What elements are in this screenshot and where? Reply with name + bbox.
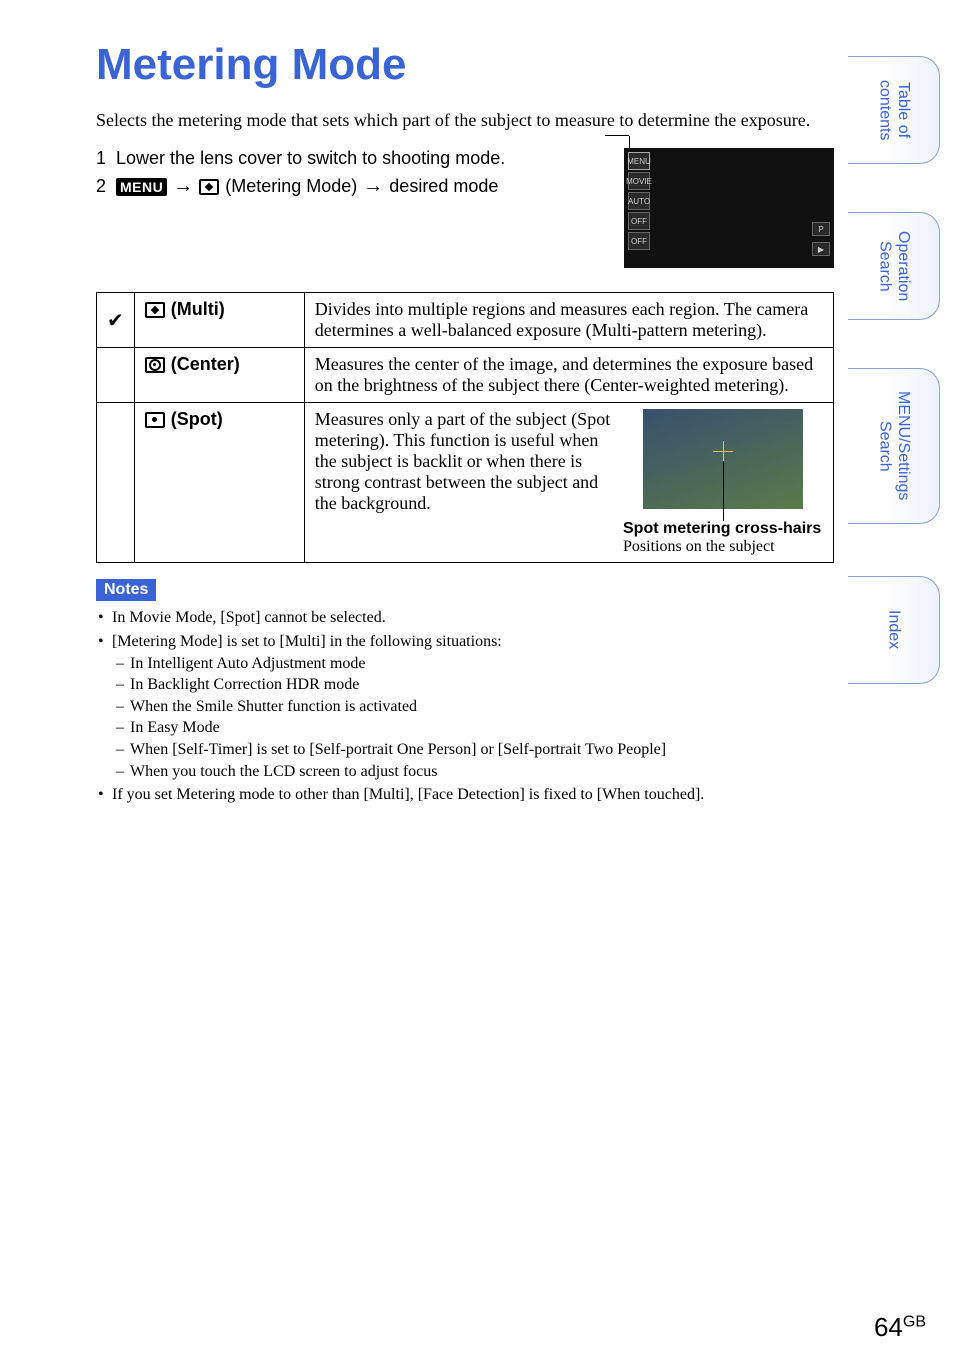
spot-metering-image — [643, 409, 803, 509]
table-row: ✔ (Multi) Divides into multiple regions … — [97, 293, 834, 348]
spot-figure-label: Spot metering cross-hairs — [623, 519, 821, 538]
checkmark-icon: ✔ — [97, 293, 135, 348]
metering-center-icon — [145, 357, 165, 373]
tab-menu-settings-search[interactable]: MENU/Settings Search — [848, 368, 940, 524]
modes-table: ✔ (Multi) Divides into multiple regions … — [96, 292, 834, 563]
callout-line — [629, 136, 630, 148]
screenshot-flash-icon: AUTO — [628, 192, 650, 210]
screenshot-menu-icon: MENU — [628, 152, 650, 170]
list-item: In Movie Mode, [Spot] cannot be selected… — [96, 607, 834, 629]
note-2-intro: [Metering Mode] is set to [Multi] in the… — [112, 633, 502, 650]
spot-figure-sub: Positions on the subject — [623, 538, 775, 556]
tab-table-of-contents[interactable]: Table of contents — [848, 56, 940, 164]
metering-spot-icon — [145, 412, 165, 428]
step-1-number: 1 — [96, 148, 106, 169]
callout-line — [723, 461, 724, 521]
list-item: [Metering Mode] is set to [Multi] in the… — [96, 631, 834, 782]
menu-icon: MENU — [116, 178, 167, 196]
screenshot-mode-p-icon: P — [812, 222, 830, 236]
mode-center-desc: Measures the center of the image, and de… — [304, 348, 833, 403]
arrow-right-icon: → — [363, 175, 383, 198]
notes-sublist: In Intelligent Auto Adjustment mode In B… — [112, 653, 834, 783]
list-item: In Easy Mode — [112, 717, 834, 739]
mode-multi-label: (Multi) — [171, 299, 225, 320]
camera-screenshot: MENU MOVIE AUTO OFF OFF P ▶ — [624, 148, 834, 268]
screenshot-smile-icon: OFF — [628, 232, 650, 250]
arrow-right-icon: → — [173, 175, 193, 198]
mode-multi-name: (Multi) — [134, 293, 304, 348]
list-item: If you set Metering mode to other than [… — [96, 784, 834, 806]
list-item: When the Smile Shutter function is activ… — [112, 696, 834, 718]
mode-multi-desc: Divides into multiple regions and measur… — [304, 293, 833, 348]
step-2-tail: desired mode — [389, 176, 498, 197]
table-row: (Spot) Measures only a part of the subje… — [97, 403, 834, 563]
mode-center-name: (Center) — [134, 348, 304, 403]
mode-center-label: (Center) — [171, 354, 240, 375]
metering-multi-icon — [145, 302, 165, 318]
step-2-number: 2 — [96, 176, 106, 197]
tab-index[interactable]: Index — [848, 576, 940, 684]
step-2: 2 MENU → (Metering Mode) → desired mode — [96, 175, 604, 198]
notes-list: In Movie Mode, [Spot] cannot be selected… — [96, 607, 834, 805]
screenshot-movie-icon: MOVIE — [628, 172, 650, 190]
screenshot-timer-icon: OFF — [628, 212, 650, 230]
step-1-text: Lower the lens cover to switch to shooti… — [116, 148, 505, 169]
list-item: When you touch the LCD screen to adjust … — [112, 761, 834, 783]
table-row: (Center) Measures the center of the imag… — [97, 348, 834, 403]
page-number-suffix: GB — [903, 1313, 926, 1330]
page-title: Metering Mode — [96, 40, 834, 90]
step-1: 1 Lower the lens cover to switch to shoo… — [96, 148, 604, 169]
metering-multi-icon — [199, 179, 219, 195]
notes-heading: Notes — [96, 579, 156, 601]
list-item: In Backlight Correction HDR mode — [112, 674, 834, 696]
page-number-value: 64 — [874, 1312, 903, 1342]
list-item: When [Self-Timer] is set to [Self-portra… — [112, 739, 834, 761]
empty-cell — [97, 348, 135, 403]
step-2-mid: (Metering Mode) — [225, 176, 357, 197]
tab-operation-search[interactable]: Operation Search — [848, 212, 940, 320]
mode-spot-cell: Measures only a part of the subject (Spo… — [304, 403, 833, 563]
mode-spot-desc: Measures only a part of the subject (Spo… — [315, 409, 613, 556]
mode-spot-name: (Spot) — [134, 403, 304, 563]
intro-text: Selects the metering mode that sets whic… — [96, 108, 834, 132]
page-number: 64GB — [874, 1312, 926, 1343]
crosshair-icon — [723, 441, 724, 461]
empty-cell — [97, 403, 135, 563]
list-item: In Intelligent Auto Adjustment mode — [112, 653, 834, 675]
mode-spot-label: (Spot) — [171, 409, 223, 430]
screenshot-play-icon: ▶ — [812, 242, 830, 256]
